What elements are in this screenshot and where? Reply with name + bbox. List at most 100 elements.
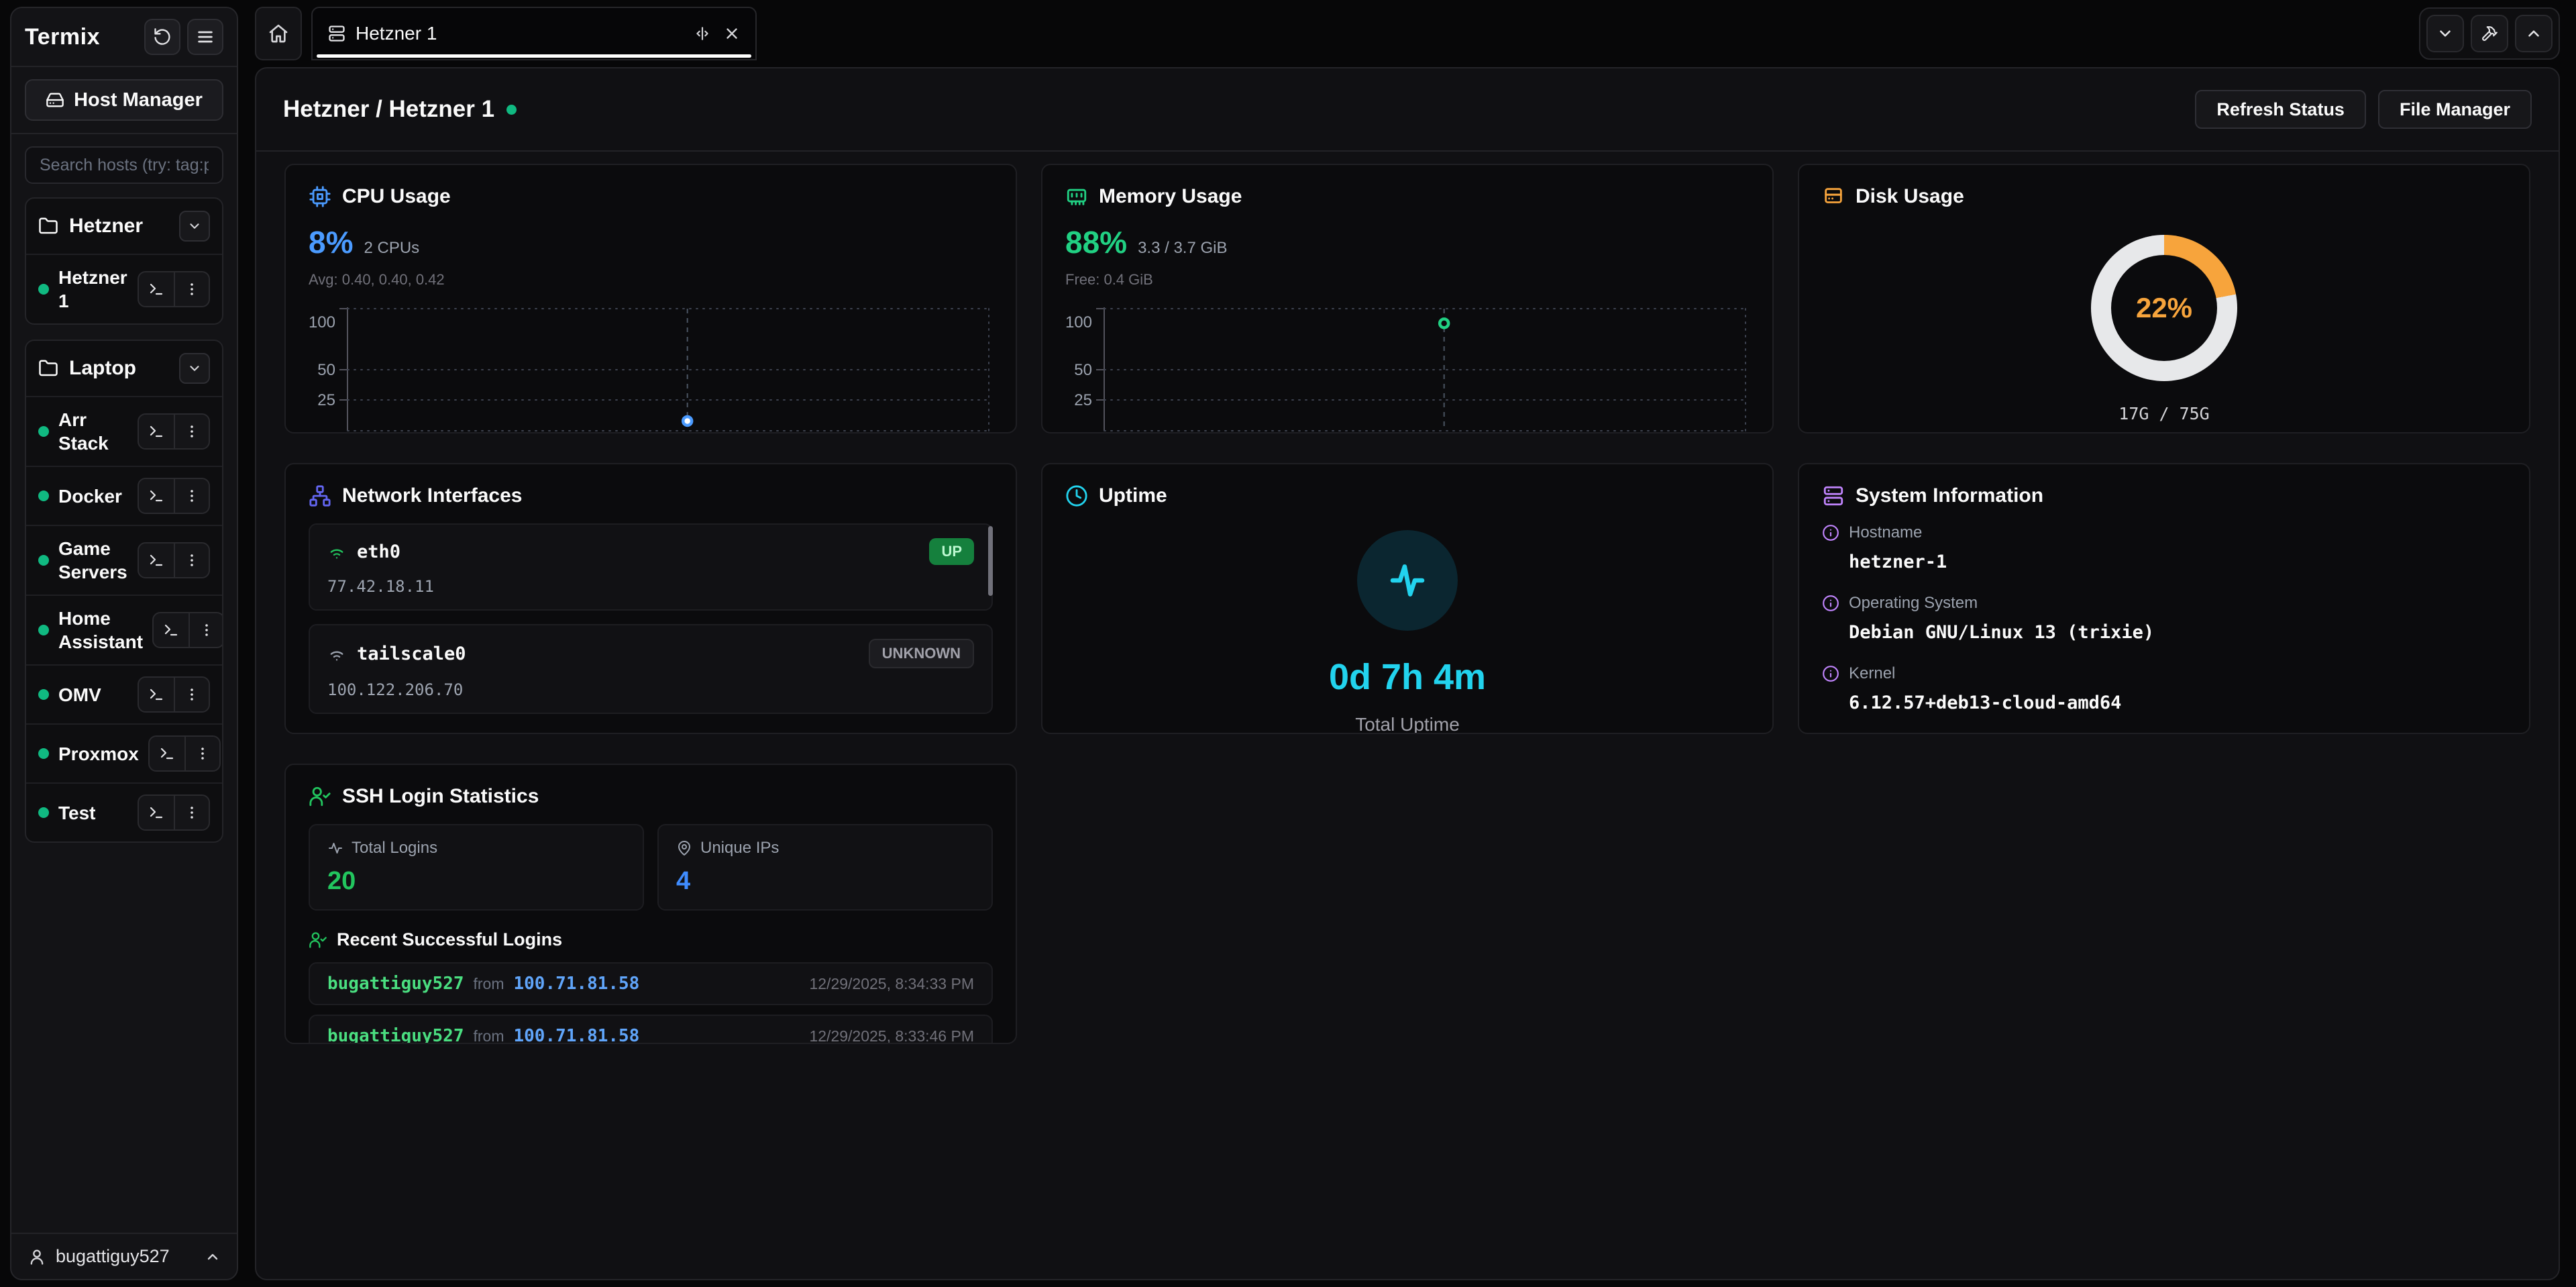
refresh-button[interactable] — [144, 19, 180, 55]
hard-drive-icon — [1822, 185, 1845, 208]
sidebar-host-test[interactable]: Test — [26, 782, 222, 841]
terminal-button[interactable] — [139, 796, 174, 829]
login-user: bugattiguy527 — [327, 1026, 464, 1044]
server-icon — [327, 24, 346, 43]
group-name: Laptop — [69, 357, 136, 380]
host-status-dot — [38, 426, 49, 437]
status-badge-up: UP — [929, 538, 974, 565]
total-logins-value: 20 — [327, 867, 625, 896]
y-tick-100: 100 — [309, 313, 335, 331]
refresh-status-button[interactable]: Refresh Status — [2195, 90, 2366, 129]
group-header[interactable]: Hetzner — [26, 199, 222, 254]
host-status-dot — [38, 625, 49, 635]
sidebar-host-hetzner-1[interactable]: Hetzner 1 — [26, 254, 222, 323]
host-menu-button[interactable] — [174, 796, 209, 829]
terminal-button[interactable] — [139, 544, 174, 577]
file-manager-button[interactable]: File Manager — [2378, 90, 2532, 129]
host-name: Home Assistant — [58, 607, 143, 654]
system-value: Debian GNU/Linux 13 (trixie) — [1849, 622, 2506, 643]
terminal-button[interactable] — [139, 479, 174, 513]
menu-button[interactable] — [187, 19, 223, 55]
close-tab-icon[interactable] — [723, 25, 741, 42]
group-header[interactable]: Laptop — [26, 341, 222, 396]
info-icon — [1822, 595, 1839, 612]
host-menu-button[interactable] — [174, 544, 209, 577]
interface-ip: 100.122.206.70 — [327, 680, 974, 699]
terminal-button[interactable] — [154, 613, 189, 647]
chevron-up-icon — [2525, 25, 2542, 42]
host-manager-button[interactable]: Host Manager — [25, 79, 223, 121]
terminal-button[interactable] — [139, 415, 174, 448]
info-icon — [1822, 665, 1839, 682]
tools-button[interactable] — [2471, 15, 2508, 52]
sidebar-host-omv[interactable]: OMV — [26, 664, 222, 723]
username: bugattiguy527 — [56, 1246, 170, 1267]
cpu-percent: 8% — [309, 224, 353, 260]
memory-chart: 100 50 25 — [1065, 302, 1750, 433]
host-menu-button[interactable] — [184, 737, 219, 770]
interface-row-tailscale0: tailscale0 UNKNOWN 100.122.206.70 — [309, 624, 993, 714]
system-value: hetzner-1 — [1849, 552, 2506, 572]
system-label: Operating System — [1849, 594, 1978, 613]
user-menu[interactable]: bugattiguy527 — [11, 1233, 237, 1279]
tab-hetzner-1[interactable]: Hetzner 1 — [311, 7, 757, 60]
sidebar-host-game-servers[interactable]: Game Servers — [26, 525, 222, 595]
terminal-button[interactable] — [139, 272, 174, 306]
network-interfaces-card: Network Interfaces eth0 UP 77.42.18.11 — [284, 463, 1017, 734]
sidebar-host-home-assistant[interactable]: Home Assistant — [26, 595, 222, 664]
user-check-icon — [309, 931, 327, 949]
folder-icon — [38, 358, 58, 378]
chevron-up-icon — [205, 1249, 221, 1265]
host-actions — [138, 413, 210, 450]
y-tick-50: 50 — [1074, 361, 1092, 379]
host-actions — [138, 271, 210, 307]
host-name: Arr Stack — [58, 408, 128, 455]
host-actions — [148, 735, 221, 772]
host-menu-button[interactable] — [174, 272, 209, 306]
home-button[interactable] — [255, 7, 302, 60]
folder-icon — [38, 216, 58, 236]
group-collapse-button[interactable] — [179, 211, 210, 242]
host-menu-button[interactable] — [174, 678, 209, 711]
stat-label: Total Logins — [352, 839, 437, 858]
info-icon — [1822, 524, 1839, 542]
system-information-card: System Information Hostname hetzner-1 Op… — [1798, 463, 2530, 734]
user-check-icon — [309, 785, 331, 808]
clock-icon — [1065, 484, 1088, 507]
split-view-icon[interactable] — [694, 25, 711, 42]
collapse-up-button[interactable] — [2515, 15, 2553, 52]
login-timestamp: 12/29/2025, 8:33:46 PM — [809, 1027, 974, 1045]
host-menu-button[interactable] — [174, 415, 209, 448]
activity-pulse-icon — [1385, 558, 1430, 603]
card-title: Network Interfaces — [342, 484, 522, 507]
host-status-dot — [38, 284, 49, 295]
terminal-icon — [148, 423, 164, 440]
collapse-down-button[interactable] — [2426, 15, 2464, 52]
sidebar-host-proxmox[interactable]: Proxmox — [26, 723, 222, 782]
y-tick-25: 25 — [317, 391, 335, 409]
topbar-actions — [2419, 7, 2560, 60]
cpu-count: 2 CPUs — [364, 239, 419, 258]
recent-logins-title: Recent Successful Logins — [337, 929, 562, 950]
host-name: OMV — [58, 683, 128, 707]
cpu-load-avg: Avg: 0.40, 0.40, 0.42 — [309, 271, 993, 289]
card-title: Memory Usage — [1099, 185, 1242, 208]
tab-label: Hetzner 1 — [356, 23, 437, 44]
group-collapse-button[interactable] — [179, 353, 210, 384]
host-actions — [138, 676, 210, 713]
host-menu-button[interactable] — [174, 479, 209, 513]
total-logins-stat: Total Logins 20 — [309, 824, 644, 911]
search-section — [11, 134, 237, 192]
memory-usage-card: Memory Usage 88% 3.3 / 3.7 GiB Free: 0.4… — [1041, 164, 1774, 433]
disk-donut: 22% — [2091, 235, 2237, 381]
disk-usage-card: Disk Usage 22% 17G / 75G Available: 56G — [1798, 164, 2530, 433]
terminal-button[interactable] — [139, 678, 174, 711]
sidebar-host-docker[interactable]: Docker — [26, 466, 222, 525]
scrollbar-thumb[interactable] — [988, 526, 993, 596]
search-input[interactable] — [25, 146, 223, 184]
terminal-button[interactable] — [150, 737, 184, 770]
server-icon — [1822, 484, 1845, 507]
host-menu-button[interactable] — [189, 613, 223, 647]
host-name: Docker — [58, 484, 128, 508]
sidebar-host-arr-stack[interactable]: Arr Stack — [26, 396, 222, 466]
